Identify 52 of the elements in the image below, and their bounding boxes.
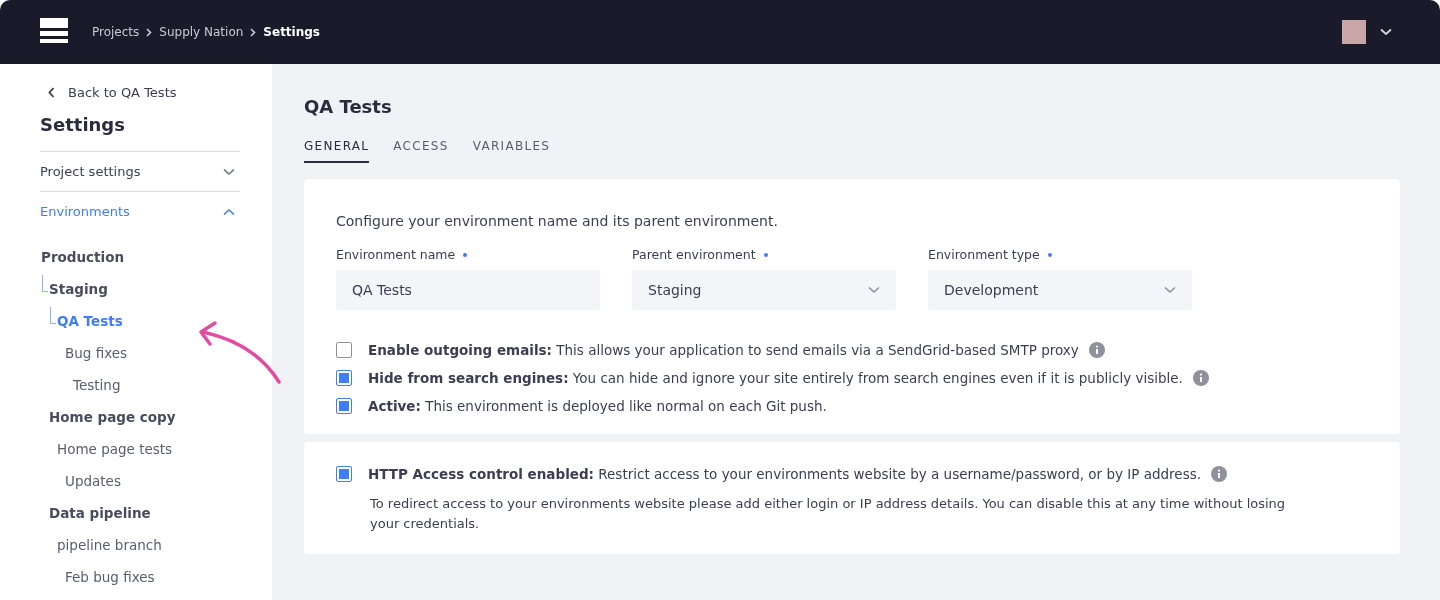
tree-item[interactable]: Production — [41, 249, 125, 265]
intro-text: Configure your environment name and its parent environment. — [336, 213, 779, 229]
select-field[interactable]: Staging — [632, 270, 896, 310]
tree-item[interactable]: Feb bug fixes — [65, 569, 155, 585]
checkbox[interactable] — [336, 398, 352, 414]
chevron-up-icon — [223, 207, 235, 216]
chevron-right-icon — [146, 27, 153, 37]
checkbox[interactable] — [336, 370, 352, 386]
tab[interactable]: VARIABLES — [472, 139, 551, 163]
option-text: Enable outgoing emails: This allows your application to send emails via a SendGrid-based SMTP proxy — [368, 342, 1079, 358]
chevron-down-icon — [223, 167, 235, 176]
tree-item[interactable]: Staging — [49, 281, 108, 297]
breadcrumb-link[interactable]: Projects — [92, 25, 140, 39]
back-link[interactable]: Back to QA Tests — [40, 84, 240, 100]
input-field[interactable]: QA Tests — [336, 270, 600, 310]
tree-item[interactable]: pipeline branch — [57, 537, 162, 553]
section-toggle[interactable]: Environments — [40, 191, 240, 231]
info-icon[interactable] — [1192, 370, 1209, 386]
logo-icon[interactable] — [40, 18, 68, 46]
checkbox[interactable] — [336, 466, 352, 482]
tree-item[interactable]: Data pipeline — [49, 505, 151, 521]
select-field[interactable]: Development — [928, 270, 1192, 310]
tree-item[interactable]: Bug fixes — [65, 345, 128, 361]
breadcrumb-link[interactable]: Supply Nation — [159, 25, 244, 39]
field-label: Environment name — [336, 247, 456, 262]
tree-item[interactable]: QA Tests — [57, 313, 123, 329]
chevron-down-icon[interactable] — [1380, 28, 1392, 36]
tree-connector — [42, 275, 48, 292]
chevron-left-icon — [48, 86, 55, 98]
chevron-down-icon — [1164, 286, 1176, 294]
access-note: To redirect access to your environments website please add either login or IP address details. You can disable this at any time without losing your credentials. — [370, 495, 1287, 533]
breadcrumb-link[interactable]: Settings — [263, 25, 320, 39]
field-label: Parent environment — [632, 247, 756, 262]
option-text: HTTP Access control enabled: Restrict access to your environments website by a username/password, or by IP address. — [368, 466, 1201, 482]
tab[interactable]: ACCESS — [393, 139, 449, 163]
checkbox[interactable] — [336, 342, 352, 358]
chevron-down-icon — [868, 286, 880, 294]
tab[interactable]: GENERAL — [304, 139, 370, 163]
tree-item[interactable]: Home page tests — [57, 441, 173, 457]
page-title: QA Tests — [304, 96, 393, 117]
chevron-right-icon — [250, 27, 257, 37]
tree-item[interactable]: Home page copy — [49, 409, 176, 425]
field-label: Environment type — [928, 247, 1040, 262]
tree-item[interactable]: Testing — [73, 377, 121, 393]
option-text: Hide from search engines: You can hide and ignore your site entirely from search engines even if it is publicly visible. — [368, 370, 1183, 386]
tree-item[interactable]: Updates — [65, 473, 121, 489]
info-icon[interactable] — [1088, 342, 1105, 358]
option-text: Active: This environment is deployed like normal on each Git push. — [368, 398, 827, 414]
section-toggle[interactable]: Project settings — [40, 151, 240, 191]
sidebar-title: Settings — [40, 114, 126, 135]
tree-connector — [50, 307, 56, 324]
info-icon[interactable] — [1211, 466, 1227, 482]
